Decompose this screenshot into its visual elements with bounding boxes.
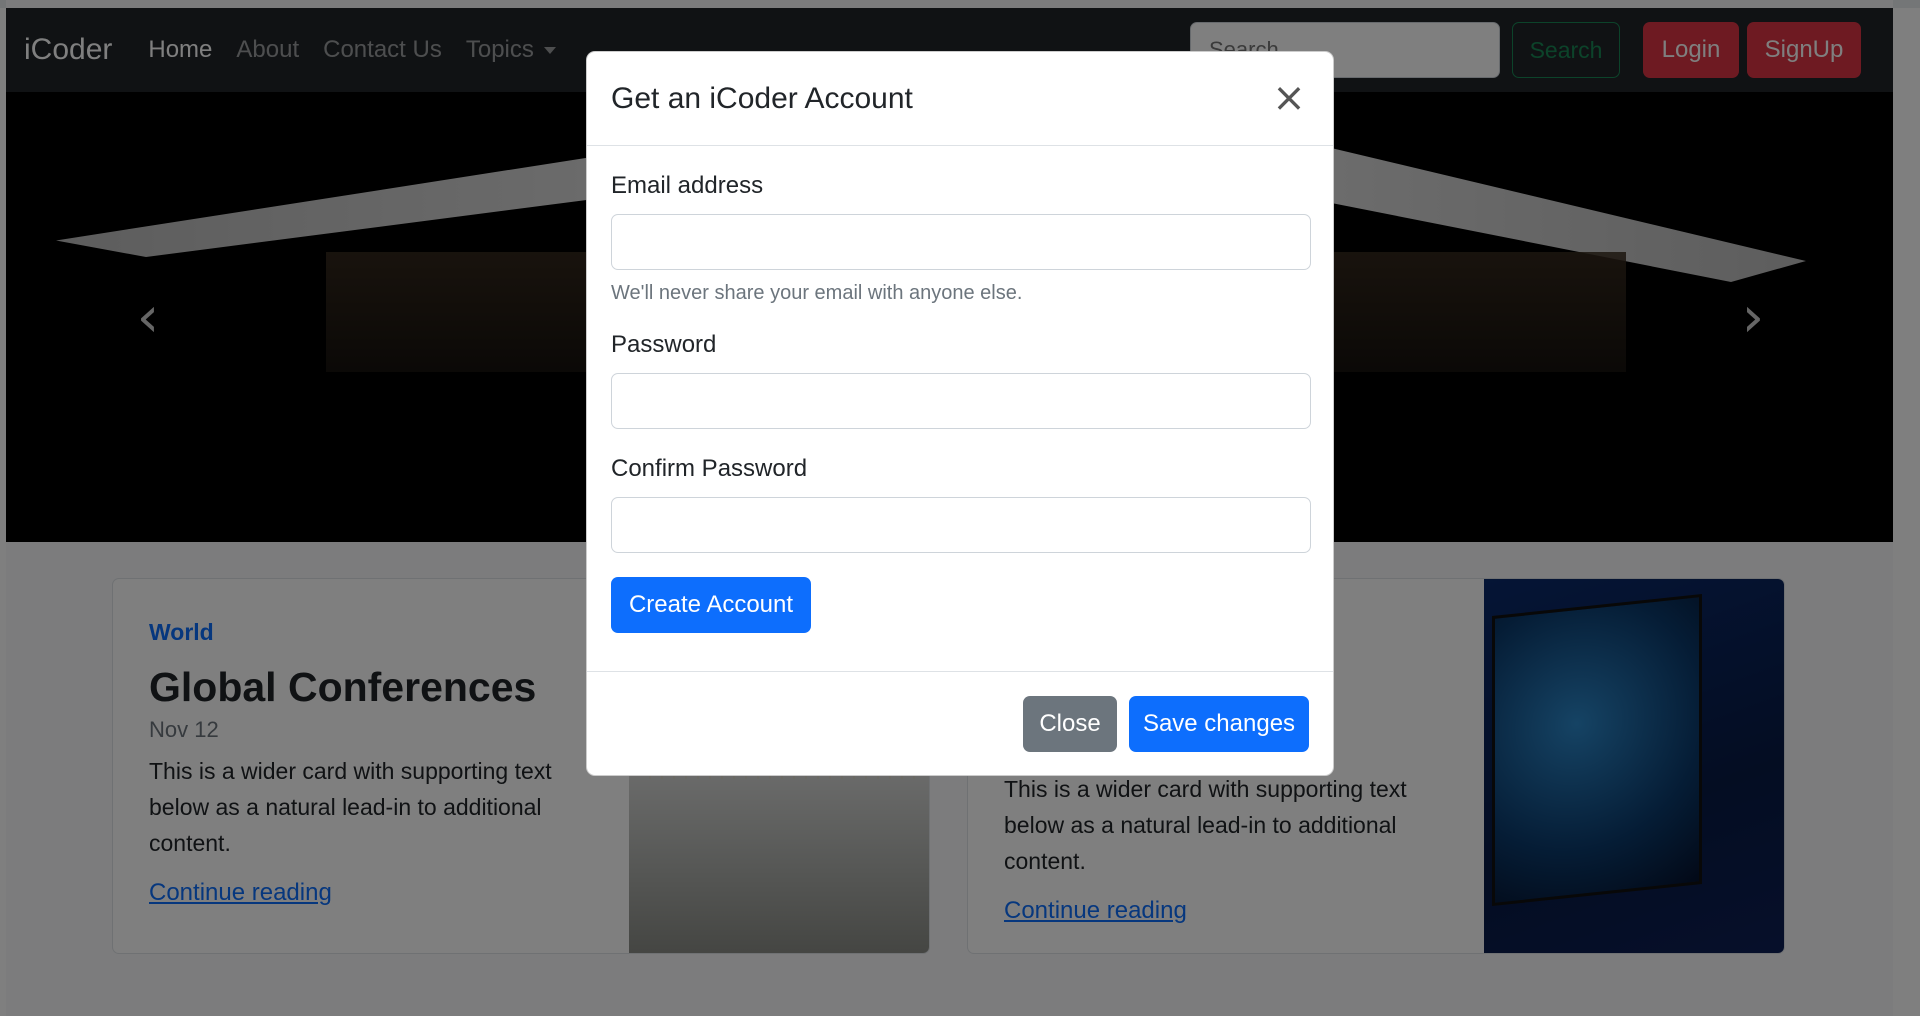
signup-modal: Get an iCoder Account × Email address We… (586, 51, 1334, 776)
close-button[interactable]: Close (1023, 696, 1117, 752)
modal-body: Email address We'll never share your ema… (611, 146, 1311, 633)
save-changes-button[interactable]: Save changes (1129, 696, 1309, 752)
password-label: Password (611, 331, 717, 358)
create-account-button[interactable]: Create Account (611, 577, 811, 633)
email-field[interactable] (611, 214, 1311, 270)
modal-title: Get an iCoder Account (611, 81, 913, 115)
close-icon[interactable]: × (1267, 75, 1311, 121)
modal-footer: Close Save changes (587, 671, 1333, 775)
confirm-password-field[interactable] (611, 497, 1311, 553)
email-label: Email address (611, 172, 764, 199)
password-field[interactable] (611, 373, 1311, 429)
modal-header: Get an iCoder Account × (587, 52, 1333, 146)
email-help-text: We'll never share your email with anyone… (611, 282, 1023, 304)
confirm-password-label: Confirm Password (611, 455, 808, 482)
